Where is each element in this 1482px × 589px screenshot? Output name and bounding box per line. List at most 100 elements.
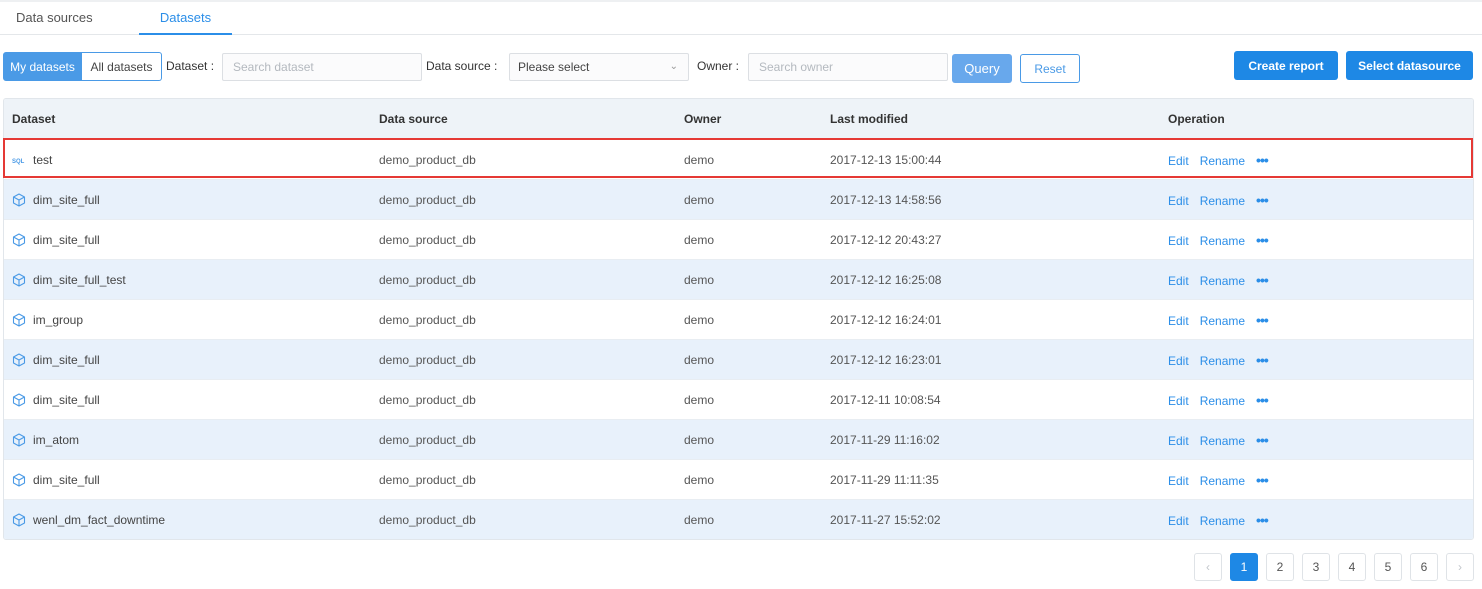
dataset-name-cell: dim_site_full <box>12 220 100 260</box>
dataset-search-input[interactable] <box>222 53 422 81</box>
table-header: Dataset Data source Owner Last modified … <box>4 99 1473 139</box>
query-button[interactable]: Query <box>952 54 1012 83</box>
more-options-icon[interactable]: ••• <box>1256 152 1269 168</box>
rename-link[interactable]: Rename <box>1200 154 1245 168</box>
operation-cell: Edit Rename ••• <box>1168 340 1269 380</box>
dataset-scope-toggle: My datasets All datasets <box>3 52 162 81</box>
table-row[interactable]: dim_site_full demo_product_db demo 2017-12-… <box>4 179 1473 219</box>
cube-icon <box>12 303 26 327</box>
datasource-select[interactable]: Please select ⌄ <box>509 53 689 81</box>
sql-icon: SQL <box>12 159 25 165</box>
page-3-button[interactable]: 3 <box>1302 553 1330 581</box>
more-options-icon[interactable]: ••• <box>1256 352 1269 368</box>
rename-link[interactable]: Rename <box>1200 434 1245 448</box>
dataset-name-cell: dim_site_full <box>12 340 100 380</box>
table-row[interactable]: wenl_dm_fact_downtime demo_product_db demo… <box>4 499 1473 539</box>
owner-cell: demo <box>684 433 715 447</box>
owner-cell: demo <box>684 273 715 287</box>
table-row[interactable]: dim_site_full demo_product_db demo 2017-12-… <box>4 339 1473 379</box>
owner-cell: demo <box>684 233 715 247</box>
dataset-name-cell: wenl_dm_fact_downtime <box>12 500 166 539</box>
tab-data-sources[interactable]: Data sources <box>16 2 93 35</box>
cube-icon <box>12 343 26 367</box>
all-datasets-button[interactable]: All datasets <box>82 52 162 81</box>
table-row[interactable]: dim_site_full demo_product_db demo 2017-12-… <box>4 379 1473 419</box>
owner-cell: demo <box>684 393 715 407</box>
rename-link[interactable]: Rename <box>1200 514 1245 528</box>
cube-icon <box>12 463 26 487</box>
last-modified-cell: 2017-12-12 16:24:01 <box>830 313 942 327</box>
more-options-icon[interactable]: ••• <box>1256 272 1269 288</box>
dataset-name-cell: dim_site_full <box>12 460 100 500</box>
last-modified-cell: 2017-12-12 20:43:27 <box>830 233 942 247</box>
dataset-name: wenl_dm_fact_downtime <box>33 513 166 527</box>
edit-link[interactable]: Edit <box>1168 434 1189 448</box>
more-options-icon[interactable]: ••• <box>1256 232 1269 248</box>
operation-cell: Edit Rename ••• <box>1168 500 1269 539</box>
edit-link[interactable]: Edit <box>1168 474 1189 488</box>
more-options-icon[interactable]: ••• <box>1256 312 1269 328</box>
owner-cell: demo <box>684 193 715 207</box>
rename-link[interactable]: Rename <box>1200 474 1245 488</box>
chevron-down-icon: ⌄ <box>669 61 678 72</box>
dataset-name: dim_site_full <box>33 233 100 247</box>
edit-link[interactable]: Edit <box>1168 394 1189 408</box>
edit-link[interactable]: Edit <box>1168 194 1189 208</box>
last-modified-cell: 2017-11-29 11:16:02 <box>830 433 940 447</box>
page-2-button[interactable]: 2 <box>1266 553 1294 581</box>
prev-page-button[interactable]: ‹ <box>1194 553 1222 581</box>
tab-datasets[interactable]: Datasets <box>139 2 232 35</box>
data-source-cell: demo_product_db <box>379 473 476 487</box>
my-datasets-button[interactable]: My datasets <box>3 52 82 81</box>
table-row[interactable]: im_atom demo_product_db demo 2017-11-29 11:… <box>4 419 1473 459</box>
operation-cell: Edit Rename ••• <box>1168 220 1269 260</box>
more-options-icon[interactable]: ••• <box>1256 472 1269 488</box>
reset-button[interactable]: Reset <box>1020 54 1080 83</box>
rename-link[interactable]: Rename <box>1200 234 1245 248</box>
rename-link[interactable]: Rename <box>1200 394 1245 408</box>
table-row[interactable]: dim_site_full_test demo_product_db demo 201… <box>4 259 1473 299</box>
data-source-cell: demo_product_db <box>379 273 476 287</box>
edit-link[interactable]: Edit <box>1168 234 1189 248</box>
owner-cell: demo <box>684 313 715 327</box>
page-6-button[interactable]: 6 <box>1410 553 1438 581</box>
cube-icon <box>12 183 26 207</box>
dataset-name-cell: dim_site_full <box>12 380 100 420</box>
select-datasource-button[interactable]: Select datasource <box>1346 51 1473 80</box>
owner-cell: demo <box>684 353 715 367</box>
cube-icon <box>12 423 26 447</box>
page-1-button[interactable]: 1 <box>1230 553 1258 581</box>
edit-link[interactable]: Edit <box>1168 514 1189 528</box>
rename-link[interactable]: Rename <box>1200 314 1245 328</box>
operation-cell: Edit Rename ••• <box>1168 260 1269 300</box>
edit-link[interactable]: Edit <box>1168 274 1189 288</box>
more-options-icon[interactable]: ••• <box>1256 432 1269 448</box>
page-5-button[interactable]: 5 <box>1374 553 1402 581</box>
edit-link[interactable]: Edit <box>1168 354 1189 368</box>
cube-icon <box>12 383 26 407</box>
table-row[interactable]: im_group demo_product_db demo 2017-12-12 16… <box>4 299 1473 339</box>
owner-search-input[interactable] <box>748 53 948 81</box>
operation-cell: Edit Rename ••• <box>1168 380 1269 420</box>
rename-link[interactable]: Rename <box>1200 194 1245 208</box>
create-report-button[interactable]: Create report <box>1234 51 1338 80</box>
rename-link[interactable]: Rename <box>1200 274 1245 288</box>
more-options-icon[interactable]: ••• <box>1256 192 1269 208</box>
next-page-button[interactable]: › <box>1446 553 1474 581</box>
rename-link[interactable]: Rename <box>1200 354 1245 368</box>
operation-cell: Edit Rename ••• <box>1168 420 1269 460</box>
page-4-button[interactable]: 4 <box>1338 553 1366 581</box>
more-options-icon[interactable]: ••• <box>1256 392 1269 408</box>
last-modified-cell: 2017-12-12 16:25:08 <box>830 273 942 287</box>
table-row[interactable]: dim_site_full demo_product_db demo 2017-12-… <box>4 219 1473 259</box>
edit-link[interactable]: Edit <box>1168 154 1189 168</box>
more-options-icon[interactable]: ••• <box>1256 512 1269 528</box>
data-source-cell: demo_product_db <box>379 433 476 447</box>
table-row[interactable]: dim_site_full demo_product_db demo 2017-11-… <box>4 459 1473 499</box>
operation-cell: Edit Rename ••• <box>1168 300 1269 340</box>
edit-link[interactable]: Edit <box>1168 314 1189 328</box>
dataset-name-cell: im_group <box>12 300 83 340</box>
column-header-data-source: Data source <box>379 112 448 126</box>
data-source-cell: demo_product_db <box>379 233 476 247</box>
table-row[interactable]: SQL test demo_product_db demo 2017-12-13 15:… <box>4 139 1473 179</box>
